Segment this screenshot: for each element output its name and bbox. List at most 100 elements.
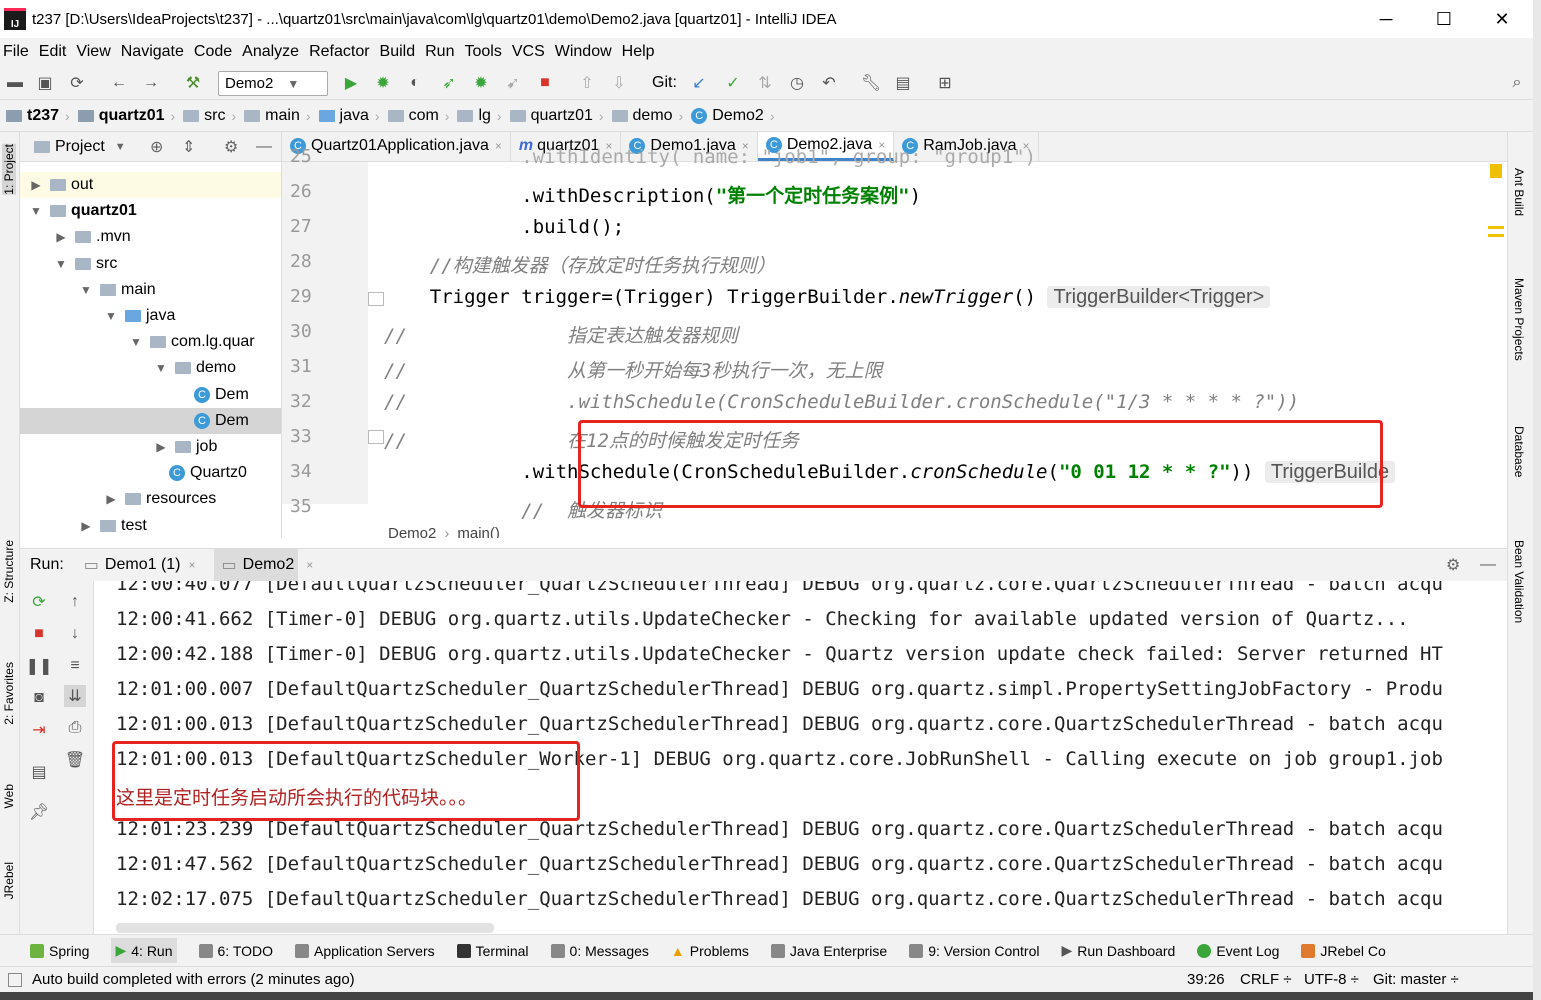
tree-item-com-lg-quar[interactable]: ▼ com.lg.quar xyxy=(20,329,281,355)
run-tab-demo2[interactable]: ▭ Demo2 xyxy=(213,549,299,581)
tree-item-java[interactable]: ▼ java xyxy=(20,303,281,329)
git-compare-icon[interactable]: ⇅ xyxy=(754,72,776,94)
debug-icon[interactable]: ✹ xyxy=(372,72,394,94)
tool-tab-app-servers[interactable]: Application Servers xyxy=(295,943,435,959)
chevron-down-icon[interactable]: ▼ xyxy=(53,257,69,271)
fold-marker-icon[interactable] xyxy=(368,292,384,306)
menu-analyze[interactable]: Analyze xyxy=(242,43,299,61)
menu-run[interactable]: Run xyxy=(425,43,454,61)
tree-item-job[interactable]: ▶ job xyxy=(20,434,281,460)
tree-item-dem[interactable]: C Dem xyxy=(20,407,281,434)
rollback-icon[interactable]: ↶ xyxy=(818,72,840,94)
tool-structure[interactable]: Z: Structure xyxy=(2,540,16,603)
gear-icon[interactable]: ⚙ xyxy=(224,137,238,157)
run-tab-demo1[interactable]: Demo1 (1) xyxy=(105,556,181,574)
breadcrumb-com[interactable]: com › xyxy=(387,107,452,125)
menu-navigate[interactable]: Navigate xyxy=(121,43,184,61)
menu-tools[interactable]: Tools xyxy=(464,43,501,61)
menu-vcs[interactable]: VCS xyxy=(512,43,545,61)
tool-tab-run[interactable]: ▶ 4: Run xyxy=(111,938,177,963)
crumb-method[interactable]: main() xyxy=(457,525,500,539)
up-arrow-icon[interactable]: ↑ xyxy=(64,591,86,613)
search-icon[interactable]: ⌕ xyxy=(1506,72,1528,94)
exit-icon[interactable]: ⇥ xyxy=(28,719,50,741)
camera-icon[interactable]: ◙ xyxy=(28,687,50,709)
breadcrumb-src[interactable]: src › xyxy=(183,107,238,125)
file-encoding[interactable]: UTF-8 ÷ xyxy=(1304,971,1359,988)
status-message[interactable]: Auto build completed with errors (2 minu… xyxy=(32,971,355,988)
menu-edit[interactable]: Edit xyxy=(39,43,67,61)
close-window-button[interactable]: ✕ xyxy=(1473,0,1531,38)
print-icon[interactable]: ⎙ xyxy=(64,717,86,739)
pin-icon[interactable]: 📌︎ xyxy=(28,801,50,823)
jrebel-run-icon[interactable]: ➶ xyxy=(438,72,460,94)
tree-item-test[interactable]: ▶ test xyxy=(20,513,281,538)
attach-icon[interactable]: ➹ xyxy=(502,72,524,94)
breadcrumb-main[interactable]: main › xyxy=(244,107,312,125)
sync-icon[interactable]: ⟳ xyxy=(66,72,88,94)
tool-tab-jrebel[interactable]: JRebel Co xyxy=(1301,943,1386,959)
tool-bean-validation[interactable]: Bean Validation xyxy=(1512,540,1526,623)
line-separator[interactable]: CRLF ÷ xyxy=(1240,971,1292,988)
tool-tab-messages[interactable]: 0: Messages xyxy=(550,943,649,959)
vcs-update-icon[interactable]: ⇧ xyxy=(576,72,598,94)
horizontal-scrollbar[interactable] xyxy=(116,923,494,933)
breadcrumb-quartz01[interactable]: quartz01 › xyxy=(77,107,177,125)
tool-project[interactable]: 1: Project xyxy=(2,144,16,195)
git-commit-icon[interactable]: ✓ xyxy=(722,72,744,94)
tree-item-out[interactable]: ▶ out xyxy=(20,172,281,198)
tool-web[interactable]: Web xyxy=(2,784,16,808)
tool-tab-java-enterprise[interactable]: Java Enterprise xyxy=(770,943,887,959)
menu-window[interactable]: Window xyxy=(555,43,612,61)
chevron-down-icon[interactable]: ▼ xyxy=(103,309,119,323)
menu-help[interactable]: Help xyxy=(622,43,655,61)
tool-tab-event-log[interactable]: Event Log xyxy=(1197,943,1279,959)
open-folder-icon[interactable]: ▬ xyxy=(4,72,26,94)
menu-file[interactable]: File xyxy=(3,43,29,61)
tool-tab-version-control[interactable]: 9: Version Control xyxy=(909,943,1040,959)
fold-marker-icon[interactable] xyxy=(368,430,384,444)
rerun-icon[interactable]: ⟳ xyxy=(28,591,50,613)
layout-icon[interactable]: ▤ xyxy=(28,761,50,783)
warning-marker-icon[interactable] xyxy=(1490,164,1502,178)
tree-item-src[interactable]: ▼ src xyxy=(20,251,281,277)
tool-maven-projects[interactable]: Maven Projects xyxy=(1512,278,1526,361)
chevron-right-icon[interactable]: ▶ xyxy=(153,440,169,454)
tool-jrebel[interactable]: JRebel xyxy=(2,862,16,899)
trash-icon[interactable]: 🗑︎ xyxy=(64,749,86,771)
stop-icon[interactable]: ■ xyxy=(534,72,556,94)
tree-item-dem[interactable]: C Dem xyxy=(20,382,281,408)
tool-favorites[interactable]: 2: Favorites xyxy=(2,662,16,725)
down-arrow-icon[interactable]: ↓ xyxy=(64,623,86,645)
tool-ant-build[interactable]: Ant Build xyxy=(1512,168,1526,216)
breadcrumb-demo2[interactable]: C Demo2 › xyxy=(691,107,776,125)
git-branch[interactable]: Git: master ÷ xyxy=(1373,971,1459,988)
history-icon[interactable]: ◷ xyxy=(786,72,808,94)
maximize-button[interactable]: ☐ xyxy=(1415,0,1473,38)
menu-build[interactable]: Build xyxy=(380,43,416,61)
menu-view[interactable]: View xyxy=(76,43,110,61)
run-configuration-select[interactable]: Demo2 ▼ xyxy=(218,71,328,96)
tool-tab-todo[interactable]: 6: TODO xyxy=(198,943,273,959)
menu-refactor[interactable]: Refactor xyxy=(309,43,369,61)
sdk-icon[interactable]: ⊞ xyxy=(934,72,956,94)
breadcrumb-quartz01-pkg[interactable]: quartz01 › xyxy=(509,107,606,125)
warning-stripe[interactable] xyxy=(1488,234,1504,237)
run-icon[interactable]: ▶ xyxy=(340,72,362,94)
close-tab-icon[interactable]: × xyxy=(306,558,313,572)
locate-icon[interactable]: ⊕ xyxy=(150,137,163,157)
chevron-down-icon[interactable]: ▼ xyxy=(78,283,94,297)
gear-icon[interactable]: ⚙ xyxy=(1446,555,1460,575)
tool-tab-run-dashboard[interactable]: ▶ Run Dashboard xyxy=(1062,942,1176,959)
chevron-right-icon[interactable]: ▶ xyxy=(78,519,94,533)
tool-tab-spring[interactable]: Spring xyxy=(30,943,89,959)
tree-item-resources[interactable]: ▶ resources xyxy=(20,486,281,512)
tree-item-quartz01[interactable]: ▼ quartz01 xyxy=(20,198,281,224)
jrebel-debug-icon[interactable]: ✹ xyxy=(470,72,492,94)
chevron-right-icon[interactable]: ▶ xyxy=(53,230,69,244)
stop-icon[interactable]: ■ xyxy=(28,623,50,645)
pause-icon[interactable]: ❚❚ xyxy=(26,655,53,677)
tool-database[interactable]: Database xyxy=(1512,426,1526,477)
save-icon[interactable]: ▣ xyxy=(34,72,56,94)
git-update-icon[interactable]: ↙ xyxy=(688,72,710,94)
